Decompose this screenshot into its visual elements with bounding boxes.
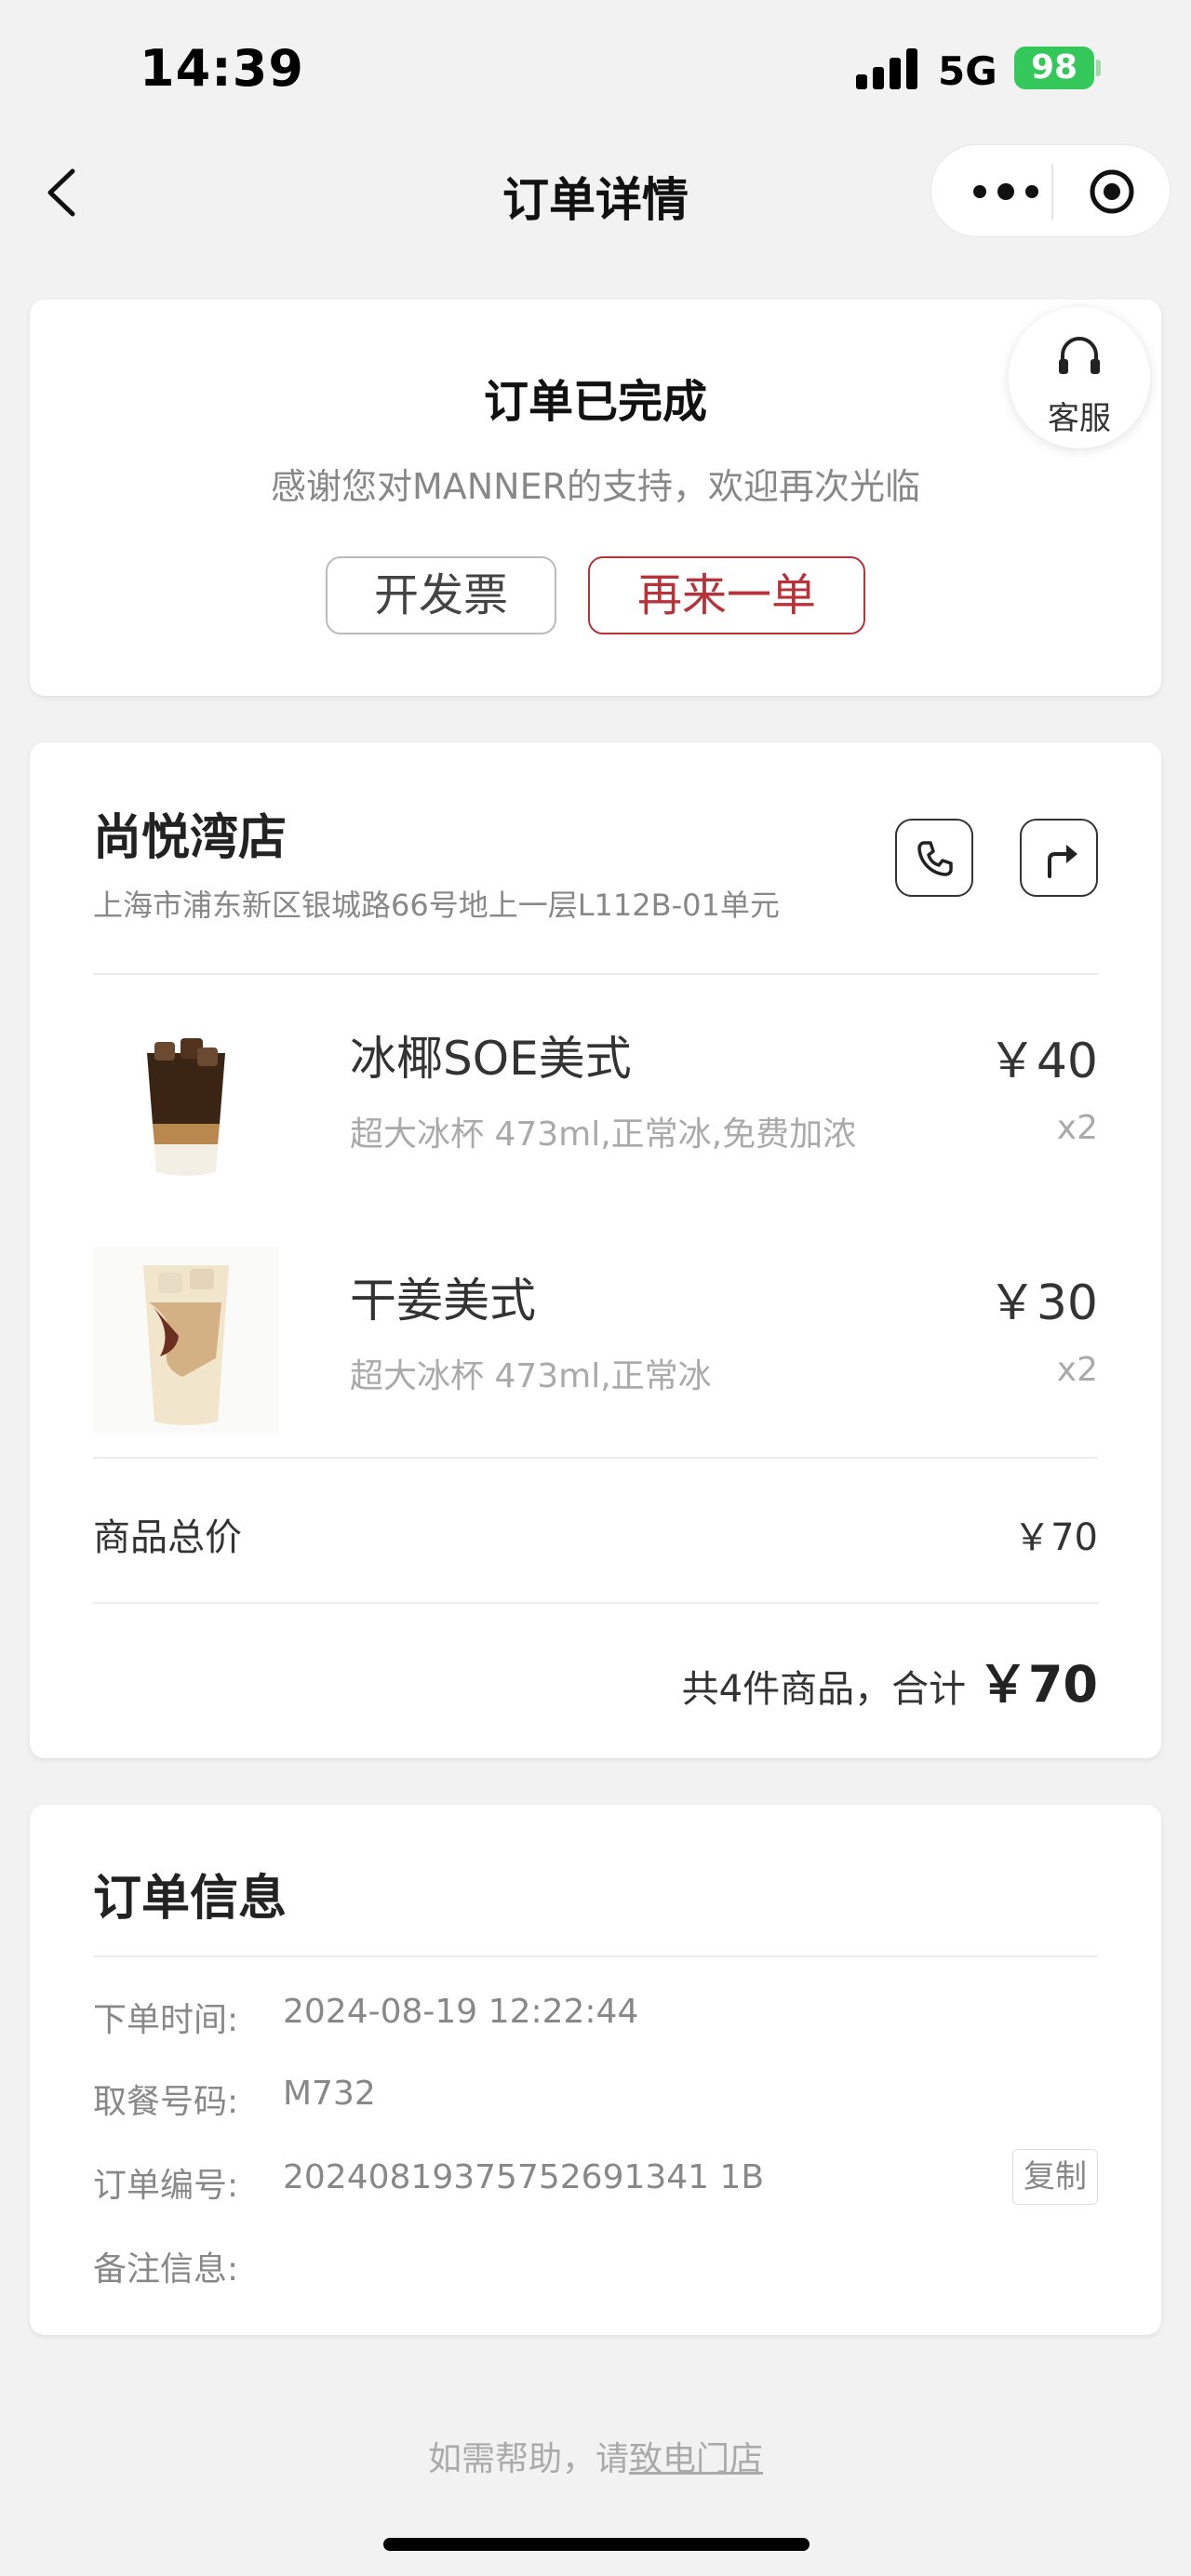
list-item: 冰椰SOE美式 超大冰杯 473ml,正常冰,免费加浓 ￥40 x2 [93, 1005, 1098, 1191]
status-time: 14:39 [140, 39, 304, 98]
status-bar: 14:39 5G 98 [0, 0, 1191, 140]
order-total: 共4件商品，合计 ￥70 [682, 1643, 1098, 1716]
close-miniprogram-icon[interactable] [1088, 167, 1136, 216]
info-row-order-number: 订单编号: 20240819375752691341 1B 复制 [93, 2149, 1098, 2214]
item-price: ￥30 [987, 1275, 1098, 1331]
phone-icon [917, 841, 953, 876]
capsule-divider [1051, 164, 1053, 220]
info-key: 订单编号: [93, 2167, 239, 2205]
subtotal-value: ￥70 [1013, 1516, 1098, 1559]
order-info-card: 订单信息 下单时间: 2024-08-19 12:22:44 取餐号码: M73… [30, 1805, 1161, 2335]
total-prefix: 共4件商品，合计 [681, 1668, 967, 1711]
info-key: 备注信息: [93, 2250, 239, 2289]
item-quantity: x2 [1056, 1109, 1098, 1147]
item-price: ￥40 [987, 1034, 1098, 1089]
order-status-card: 订单已完成 感谢您对MANNER的支持，欢迎再次光临 开发票 再来一单 客服 [30, 300, 1161, 696]
divider [93, 1955, 1098, 1957]
divider [93, 1602, 1098, 1604]
list-item: 干姜美式 超大冰杯 473ml,正常冰 ￥30 x2 [93, 1247, 1098, 1433]
info-key: 下单时间: [93, 2001, 239, 2039]
battery-level: 98 [1030, 48, 1078, 87]
battery-tip [1096, 60, 1101, 76]
info-value: M732 [283, 2075, 376, 2113]
directions-icon [1048, 845, 1077, 878]
item-name: 冰椰SOE美式 [350, 1032, 632, 1086]
item-spec: 超大冰杯 473ml,正常冰 [350, 1357, 712, 1395]
battery-icon: 98 [1014, 47, 1094, 89]
customer-service-button[interactable]: 客服 [1009, 307, 1150, 448]
mini-program-capsule [930, 144, 1171, 237]
order-status-subtitle: 感谢您对MANNER的支持，欢迎再次光临 [270, 466, 921, 507]
reorder-button[interactable]: 再来一单 [588, 556, 865, 634]
product-image [93, 1005, 279, 1191]
item-name: 干姜美式 [350, 1274, 536, 1328]
more-icon[interactable] [959, 171, 1052, 212]
headset-icon [1059, 337, 1100, 374]
product-image [93, 1247, 279, 1433]
divider [93, 1457, 1098, 1459]
customer-service-label: 客服 [1048, 400, 1111, 437]
info-value: 2024-08-19 12:22:44 [283, 1993, 639, 2031]
home-indicator[interactable] [383, 2538, 810, 2551]
info-row-order-time: 下单时间: 2024-08-19 12:22:44 [93, 1993, 1098, 2049]
order-info-title: 订单信息 [93, 1871, 288, 1927]
store-address: 上海市浦东新区银城路66号地上一层L112B-01单元 [93, 888, 780, 923]
network-type: 5G [938, 48, 997, 94]
invoice-button[interactable]: 开发票 [326, 556, 556, 634]
info-row-remarks: 备注信息: [93, 2242, 1098, 2298]
call-store-button[interactable] [895, 819, 973, 897]
info-key: 取餐号码: [93, 2083, 239, 2121]
nav-bar: 订单详情 [0, 140, 1191, 251]
total-amount: ￥70 [977, 1655, 1098, 1714]
info-row-pickup-code: 取餐号码: M732 [93, 2075, 1098, 2130]
copy-button[interactable]: 复制 [1012, 2149, 1098, 2205]
item-quantity: x2 [1056, 1351, 1098, 1389]
navigate-store-button[interactable] [1020, 819, 1098, 897]
help-text: 如需帮助，请致电门店 [0, 2432, 1191, 2480]
help-prefix: 如需帮助，请 [427, 2440, 629, 2478]
order-items-card: 尚悦湾店 上海市浦东新区银城路66号地上一层L112B-01单元 冰椰SOE美式… [30, 742, 1161, 1758]
info-value: 20240819375752691341 1B [283, 2158, 765, 2196]
order-status-title: 订单已完成 [483, 376, 707, 428]
divider [93, 973, 1098, 975]
item-spec: 超大冰杯 473ml,正常冰,免费加浓 [350, 1115, 857, 1154]
store-name: 尚悦湾店 [93, 810, 288, 866]
signal-icon [856, 48, 919, 89]
call-store-link[interactable]: 致电门店 [629, 2440, 763, 2478]
subtotal-label: 商品总价 [93, 1516, 242, 1559]
